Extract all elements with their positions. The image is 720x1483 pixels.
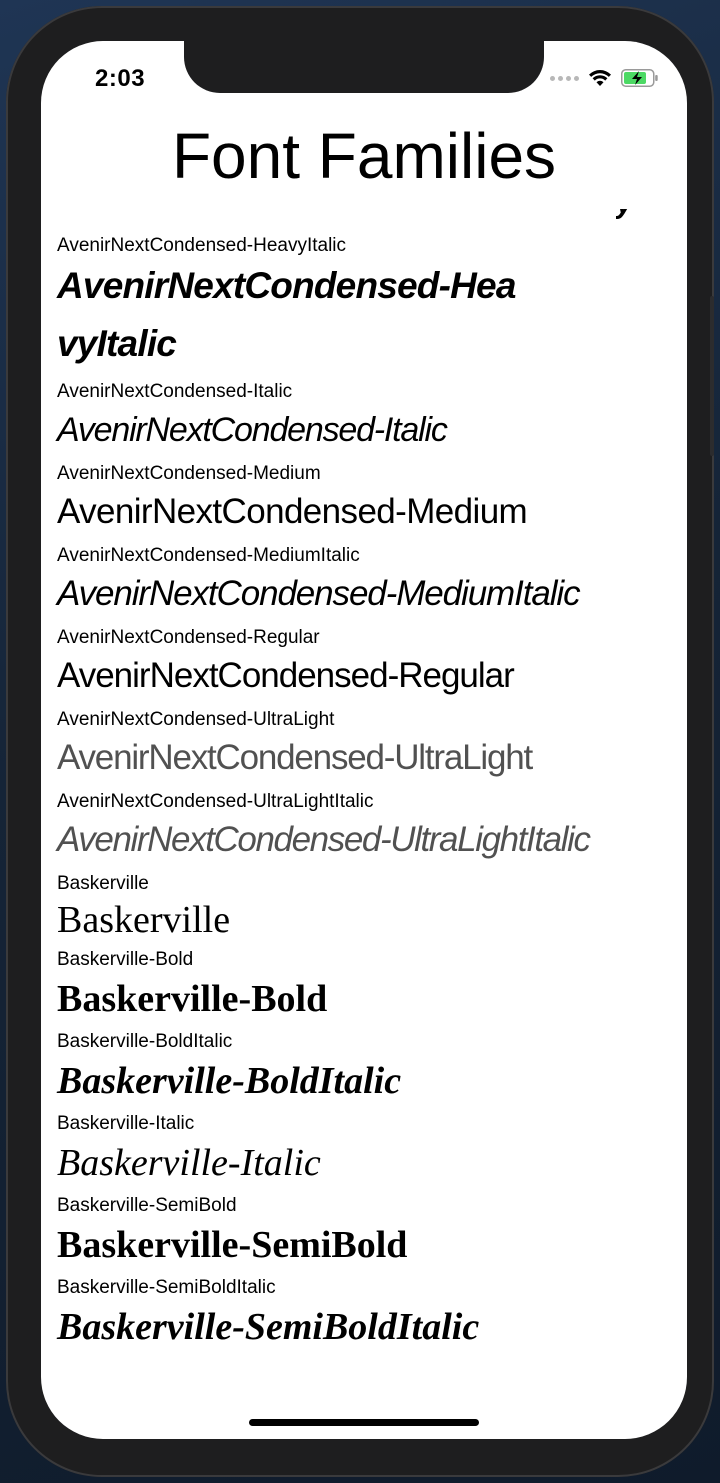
list-item[interactable]: AvenirNextCondensed-UltraLightItalic Ave… — [57, 785, 677, 867]
font-sample-text: Baskerville — [57, 899, 231, 941]
list-item[interactable]: AvenirNextCondensed-Regular AvenirNextCo… — [57, 621, 677, 703]
battery-charging-icon — [621, 69, 658, 87]
font-name-label: AvenirNextCondensed-HeavyItalic — [57, 235, 347, 256]
font-sample-text: Baskerville-BoldItalic — [57, 1060, 402, 1102]
status-icons — [550, 69, 659, 87]
status-time: 2:03 — [95, 65, 146, 92]
device-frame: 2:03 Font Families y AvenirNext — [6, 6, 714, 1477]
list-item[interactable]: Baskerville Baskerville — [57, 867, 677, 945]
list-item[interactable]: Baskerville-Bold Baskerville-Bold — [57, 945, 677, 1027]
font-name-label: AvenirNextCondensed-Italic — [57, 381, 293, 402]
font-sample-text: Baskerville-SemiBold — [57, 1224, 408, 1266]
list-item[interactable]: AvenirNextCondensed-Italic AvenirNextCon… — [57, 373, 677, 457]
font-name-label: Baskerville-SemiBold — [57, 1195, 237, 1216]
list-item[interactable]: AvenirNextCondensed-UltraLight AvenirNex… — [57, 703, 677, 785]
font-name-label: AvenirNextCondensed-UltraLight — [57, 709, 335, 730]
list-item[interactable]: AvenirNextCondensed-Medium AvenirNextCon… — [57, 457, 677, 539]
font-name-label: Baskerville-Bold — [57, 949, 194, 970]
list-item[interactable]: Baskerville-SemiBold Baskerville-SemiBol… — [57, 1191, 677, 1273]
font-name-label: Baskerville-SemiBoldItalic — [57, 1277, 276, 1298]
font-sample-text: AvenirNextCondensed-UltraLightItalic — [57, 820, 591, 859]
font-sample-text: AvenirNextCondensed-UltraLight — [57, 738, 533, 777]
font-name-label: Baskerville-Italic — [57, 1113, 195, 1134]
list-item[interactable]: AvenirNextCondensed-MediumItalic AvenirN… — [57, 539, 677, 621]
wifi-icon — [589, 69, 611, 86]
font-name-label: Baskerville-BoldItalic — [57, 1031, 233, 1052]
cellular-signal-icon — [550, 75, 579, 81]
font-sample-text: Baskerville-SemiBoldItalic — [57, 1306, 480, 1348]
font-sample-text: AvenirNextCondensed-Medium — [57, 492, 528, 531]
home-indicator[interactable] — [249, 1419, 479, 1426]
font-sample-text: AvenirNextCondensed-Regular — [57, 656, 515, 695]
list-item[interactable]: Baskerville-Italic Baskerville-Italic — [57, 1109, 677, 1191]
list-item[interactable]: AvenirNextCondensed-HeavyItalic AvenirNe… — [57, 201, 677, 373]
font-name-label: AvenirNextCondensed-UltraLightItalic — [57, 791, 374, 812]
font-list[interactable]: AvenirNextCondensed-HeavyItalic AvenirNe… — [57, 201, 677, 1355]
font-sample-text: AvenirNextCondensed-Italic — [57, 411, 448, 449]
font-name-label: Baskerville — [57, 873, 149, 894]
font-sample-text: AvenirNextCondensed-HeavyItalic — [57, 265, 516, 364]
side-button — [710, 296, 714, 456]
app-screen: 2:03 Font Families y AvenirNext — [41, 41, 687, 1439]
font-sample-text: Baskerville-Italic — [57, 1142, 321, 1184]
page-title: Font Families — [171, 120, 557, 192]
list-item[interactable]: Baskerville-BoldItalic Baskerville-BoldI… — [57, 1027, 677, 1109]
list-item[interactable]: Baskerville-SemiBoldItalic Baskerville-S… — [57, 1273, 677, 1355]
device-notch — [184, 41, 544, 93]
font-name-label: AvenirNextCondensed-Regular — [57, 627, 320, 648]
font-sample-text: AvenirNextCondensed-MediumItalic — [57, 574, 581, 613]
font-name-label: AvenirNextCondensed-Medium — [57, 463, 321, 484]
font-name-label: AvenirNextCondensed-MediumItalic — [57, 545, 360, 566]
font-sample-text: Baskerville-Bold — [57, 978, 328, 1020]
